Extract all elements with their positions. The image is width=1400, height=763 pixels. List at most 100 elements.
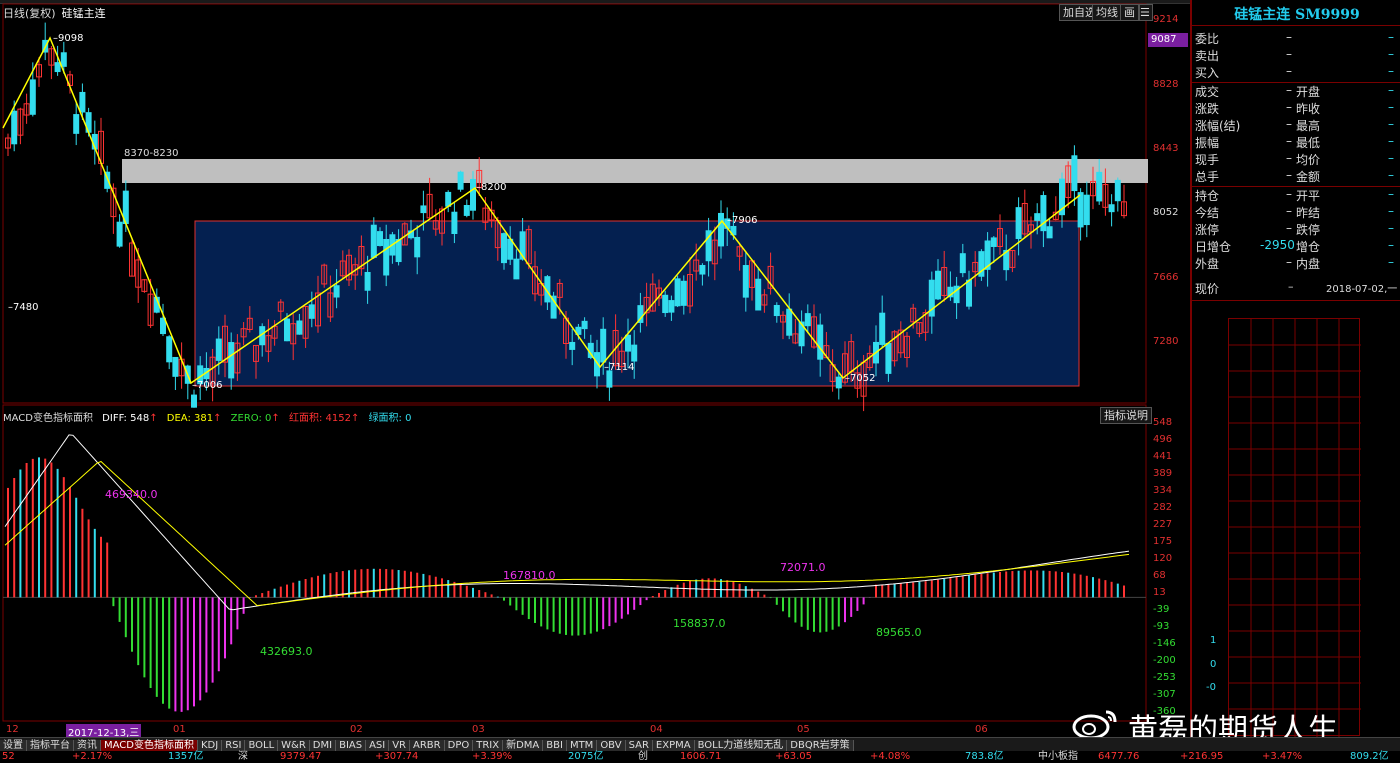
status-item: 809.2亿 <box>1350 751 1389 762</box>
candle-body <box>166 336 173 363</box>
candle-body <box>11 110 18 145</box>
quote-value: – <box>1286 117 1292 131</box>
candle-body <box>935 270 941 300</box>
candle-body <box>501 233 507 264</box>
macd-y-tick: 282 <box>1153 501 1173 513</box>
macd-y-tick: 334 <box>1153 485 1173 497</box>
quote-label: 开平 <box>1296 189 1321 203</box>
candle-body <box>631 344 638 362</box>
candle-body <box>383 238 390 276</box>
candle-body <box>457 171 464 190</box>
current-price-marker: 9087 <box>1148 33 1188 47</box>
quote-value: – <box>1388 187 1394 201</box>
y-tick: 7280 <box>1153 336 1179 347</box>
candle-body <box>414 236 421 258</box>
tick-grid-lines <box>1229 319 1361 737</box>
macd-y-tick: -93 <box>1153 621 1170 633</box>
quote-label: 日增仓 <box>1195 240 1232 254</box>
band-label: 8370-8230 <box>124 148 179 159</box>
macd-area-label: 72071.0 <box>780 561 826 574</box>
macd-zero: ZERO: 0 <box>230 413 272 424</box>
grid-number: 0 <box>1210 659 1217 670</box>
quote-value: – <box>1388 100 1394 114</box>
candle-body <box>451 211 458 235</box>
draw-tool-button[interactable]: 画 <box>1120 4 1139 21</box>
macd-dea: DEA: 381 <box>166 413 214 424</box>
quote-label: 跌停 <box>1296 223 1321 237</box>
quote-value: – <box>1388 30 1394 44</box>
status-item: +2.17% <box>72 751 113 762</box>
panel-divider <box>1192 25 1400 26</box>
candle-body <box>817 324 824 360</box>
quote-value: – <box>1388 83 1394 97</box>
candle-body <box>1034 213 1041 221</box>
quote-value: – <box>1286 134 1292 148</box>
macd-area-label: 432693.0 <box>260 645 313 658</box>
quote-label: 振幅 <box>1195 136 1220 150</box>
macd-y-tick: 389 <box>1153 467 1173 479</box>
macd-diff-line <box>4 434 1130 611</box>
candle-body <box>600 328 607 363</box>
status-item: 创 <box>638 751 648 762</box>
macd-y-tick: 175 <box>1153 535 1173 547</box>
candle-body <box>959 253 966 274</box>
quote-value: – <box>1286 168 1292 182</box>
kline-chart-area[interactable]: 日线(复权) 硅锰主连 加自选 均线 画 ☰ 9214 9087 8828 844… <box>0 0 1190 739</box>
zigzag-label: –7480 <box>8 302 39 313</box>
panel-divider <box>1192 300 1400 301</box>
macd-header: MACD变色指标面积 DIFF: 548↑ DEA: 381↑ ZERO: 0↑… <box>3 413 412 424</box>
candle-body <box>308 304 315 319</box>
status-item: 2075亿 <box>568 751 604 762</box>
candle-body <box>507 238 514 260</box>
candle-body <box>1077 192 1084 228</box>
quote-label: 持仓 <box>1195 189 1220 203</box>
indicator-help-button[interactable]: 指标说明 <box>1100 407 1152 424</box>
macd-y-tick: 68 <box>1153 569 1166 581</box>
candle-body <box>786 308 793 336</box>
quote-value: – <box>1388 255 1394 269</box>
indicator-tabs[interactable]: 设置 指标平台 资讯 MACD变色指标面积 KDJ RSI BOLL W&R DMI BIAS AS… <box>0 737 1400 753</box>
candle-body <box>73 114 80 134</box>
macd-y-tick: -39 <box>1153 603 1170 615</box>
status-item: 9379.47 <box>280 751 322 762</box>
status-item: 1357亿 <box>168 751 204 762</box>
quote-label: 昨收 <box>1296 102 1321 116</box>
kline-svg[interactable] <box>0 0 1190 737</box>
quote-label: 增仓 <box>1296 240 1321 254</box>
panel-title: 硅锰主连 SM9999 <box>1234 7 1360 23</box>
macd-y-tick: -146 <box>1153 637 1176 649</box>
quote-label: 总手 <box>1195 170 1220 184</box>
candle-body <box>364 271 371 291</box>
macd-name: MACD变色指标面积 <box>3 413 93 424</box>
weibo-logo-icon <box>1072 710 1117 740</box>
candle-body <box>606 370 613 388</box>
candle-body <box>228 342 235 379</box>
candle-body <box>463 205 470 216</box>
y-tick: 8052 <box>1153 207 1179 218</box>
candle-body <box>990 237 997 247</box>
quote-value: – <box>1388 238 1394 252</box>
status-item: +216.95 <box>1180 751 1224 762</box>
candle-body <box>215 338 222 361</box>
macd-y-tick: 496 <box>1153 433 1173 445</box>
menu-icon[interactable]: ☰ <box>1139 4 1153 21</box>
candle-body <box>1046 226 1053 239</box>
status-item: +3.39% <box>472 751 513 762</box>
quote-value: – <box>1286 151 1292 165</box>
status-item: +3.47% <box>1262 751 1303 762</box>
moving-average-button[interactable]: 均线 <box>1092 4 1122 21</box>
status-item: 中小板指 <box>1038 751 1078 762</box>
quote-value: – <box>1286 47 1292 61</box>
quote-value: – <box>1388 151 1394 165</box>
quote-value: -2950 <box>1260 238 1295 252</box>
status-bar: 52 +2.17% 1357亿 深 9379.47 +307.74 +3.39%… <box>0 751 1400 763</box>
zigzag-label: –7006 <box>192 380 223 391</box>
candle-body <box>1108 204 1115 213</box>
now-date: 2018-07-02,一 <box>1326 284 1398 295</box>
now-value: – <box>1288 280 1294 293</box>
candle-body <box>674 278 681 307</box>
candle-body <box>879 312 886 345</box>
x-cursor-date: 2017-12-13,三 <box>66 724 142 739</box>
candle-body <box>680 280 687 306</box>
macd-red-area: 红面积: 4152 <box>288 413 351 424</box>
